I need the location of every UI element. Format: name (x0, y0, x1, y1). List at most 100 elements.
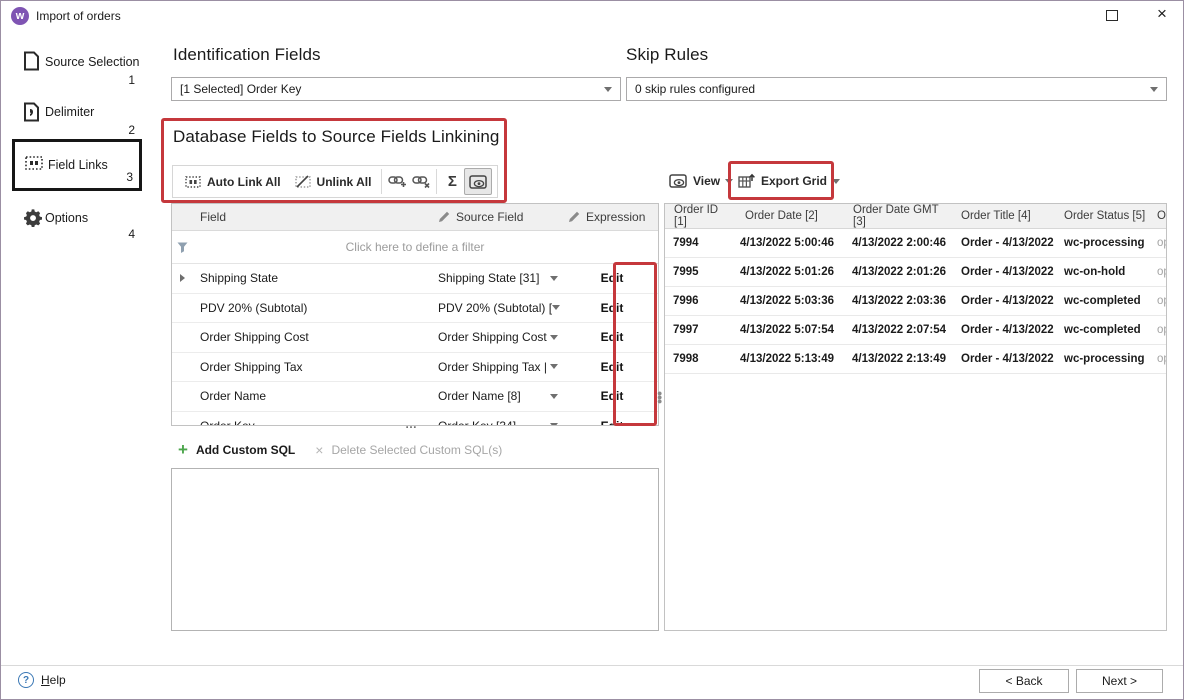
sidebar-item-field-links[interactable]: Field Links (48, 158, 108, 172)
app-logo-icon: w (11, 7, 29, 25)
delete-custom-sql-button[interactable]: Delete Selected Custom SQL(s) (331, 443, 502, 457)
field-links-grid: Field Source Field Expression Click here… (171, 203, 659, 426)
identification-fields-select[interactable]: [1 Selected] Order Key (171, 77, 621, 101)
edit-expression-button[interactable]: Edit (601, 389, 624, 403)
column-header-order-status[interactable]: Order Status [5] (1057, 210, 1152, 222)
scrollbar-thumb[interactable]: ●●● (657, 391, 662, 403)
linking-section-title: Database Fields to Source Fields Linkini… (173, 127, 499, 147)
add-link-button[interactable] (385, 168, 409, 195)
source-field-select[interactable]: Order Key [34] (438, 419, 566, 426)
step-number: 4 (121, 227, 135, 241)
help-link[interactable]: ? Help (18, 672, 66, 688)
chevron-down-icon (550, 335, 558, 340)
sidebar-item-source-selection[interactable]: Source Selection (45, 55, 140, 69)
edit-expression-button[interactable]: Edit (601, 330, 624, 344)
close-button[interactable]: × (1151, 2, 1173, 26)
add-custom-sql-button[interactable]: Add Custom SQL (196, 443, 295, 457)
step-number: 2 (121, 123, 135, 137)
custom-sql-textarea[interactable] (171, 468, 659, 631)
table-row[interactable]: Order Shipping Tax Order Shipping Tax | … (172, 353, 658, 383)
table-row[interactable]: PDV 20% (Subtotal) PDV 20% (Subtotal) [ … (172, 294, 658, 324)
edit-expression-button[interactable]: Edit (601, 271, 624, 285)
table-row[interactable]: 79974/13/2022 5:07:54 4/13/2022 2:07:54O… (665, 316, 1166, 345)
help-icon: ? (18, 672, 34, 688)
grid-resize-handle[interactable]: … (405, 417, 418, 431)
step-number: 1 (121, 73, 135, 87)
toolbar-separator (436, 169, 437, 194)
column-header-field[interactable]: Field (193, 210, 438, 224)
preview-toggle-button[interactable] (464, 168, 492, 195)
field-links-grid-header: Field Source Field Expression (172, 204, 658, 231)
linking-toolbar: Auto Link All Unlink All Σ (172, 165, 498, 198)
export-grid-button[interactable]: Export Grid (738, 168, 840, 194)
pencil-icon (438, 211, 450, 223)
help-label: elp (50, 673, 66, 687)
sidebar-item-delimiter[interactable]: Delimiter (45, 105, 94, 119)
window-title: Import of orders (36, 9, 121, 23)
document-icon (23, 51, 40, 71)
maximize-button[interactable] (1106, 10, 1118, 21)
toolbar-separator (381, 169, 382, 194)
chevron-down-icon (550, 276, 558, 281)
auto-link-icon (185, 176, 201, 188)
table-row[interactable]: 79984/13/2022 5:13:49 4/13/2022 2:13:49O… (665, 345, 1166, 374)
sidebar-item-options[interactable]: Options (45, 211, 88, 225)
chevron-down-icon (552, 305, 560, 310)
skip-rules-title: Skip Rules (626, 45, 708, 65)
delimiter-icon (23, 102, 40, 122)
source-field-select[interactable]: Order Shipping Tax | (438, 360, 566, 374)
chevron-down-icon (550, 423, 558, 426)
orders-grid-header: Order ID [1] Order Date [2] Order Date G… (665, 204, 1166, 229)
chevron-down-icon (550, 394, 558, 399)
row-indicator-icon (180, 274, 185, 282)
unlink-all-button[interactable]: Unlink All (288, 168, 379, 195)
column-header-order-title[interactable]: Order Title [4] (952, 210, 1057, 222)
skip-rules-select[interactable]: 0 skip rules configured (626, 77, 1167, 101)
field-links-icon (25, 156, 43, 170)
chevron-down-icon (604, 87, 612, 92)
table-row[interactable]: 79964/13/2022 5:03:36 4/13/2022 2:03:36O… (665, 287, 1166, 316)
filter-funnel-icon (172, 242, 193, 253)
column-header-source-field[interactable]: Source Field (438, 210, 566, 224)
export-grid-icon (738, 173, 755, 189)
source-field-select[interactable]: PDV 20% (Subtotal) [ (438, 301, 566, 315)
chevron-down-icon (725, 179, 733, 184)
table-row[interactable]: 79954/13/2022 5:01:26 4/13/2022 2:01:26O… (665, 258, 1166, 287)
column-header-order-id[interactable]: Order ID [1] (665, 204, 732, 228)
source-field-select[interactable]: Order Name [8] (438, 389, 566, 403)
step-number: 3 (119, 170, 133, 184)
edit-expression-button[interactable]: Edit (601, 301, 624, 315)
chevron-down-icon (1150, 87, 1158, 92)
table-row[interactable]: Shipping State Shipping State [31] Edit (172, 264, 658, 294)
column-header-clipped[interactable]: O (1152, 210, 1166, 222)
delete-icon: × (315, 442, 323, 458)
column-header-order-date-gmt[interactable]: Order Date GMT [3] (840, 204, 952, 228)
source-field-select[interactable]: Shipping State [31] (438, 271, 566, 285)
table-row[interactable]: Order Name Order Name [8] Edit (172, 382, 658, 412)
remove-link-button[interactable] (409, 168, 433, 195)
title-bar: w Import of orders × (1, 1, 1183, 31)
column-header-expression[interactable]: Expression (566, 210, 658, 224)
edit-expression-button[interactable]: Edit (601, 360, 624, 374)
identification-fields-title: Identification Fields (173, 45, 321, 65)
auto-link-all-button[interactable]: Auto Link All (178, 168, 288, 195)
custom-sql-actions: + Add Custom SQL × Delete Selected Custo… (178, 441, 502, 458)
table-row[interactable]: 79944/13/2022 5:00:46 4/13/2022 2:00:46O… (665, 229, 1166, 258)
next-button[interactable]: Next > (1076, 669, 1163, 693)
source-field-select[interactable]: Order Shipping Cost (438, 330, 566, 344)
eye-icon (669, 174, 687, 188)
pencil-icon (568, 211, 580, 223)
chevron-down-icon (832, 179, 840, 184)
gear-icon (23, 208, 42, 227)
import-orders-window: w Import of orders × Source Selection 1 … (0, 0, 1184, 700)
filter-placeholder: Click here to define a filter (193, 240, 658, 254)
filter-row[interactable]: Click here to define a filter (172, 231, 658, 264)
view-button[interactable]: View (669, 168, 733, 194)
sum-expression-button[interactable]: Σ (440, 168, 464, 195)
column-header-order-date[interactable]: Order Date [2] (732, 210, 840, 222)
back-button[interactable]: < Back (979, 669, 1069, 693)
unlink-icon (295, 175, 311, 188)
edit-expression-button[interactable]: Edit (601, 419, 624, 426)
plus-icon: + (178, 441, 188, 458)
table-row[interactable]: Order Shipping Cost Order Shipping Cost … (172, 323, 658, 353)
